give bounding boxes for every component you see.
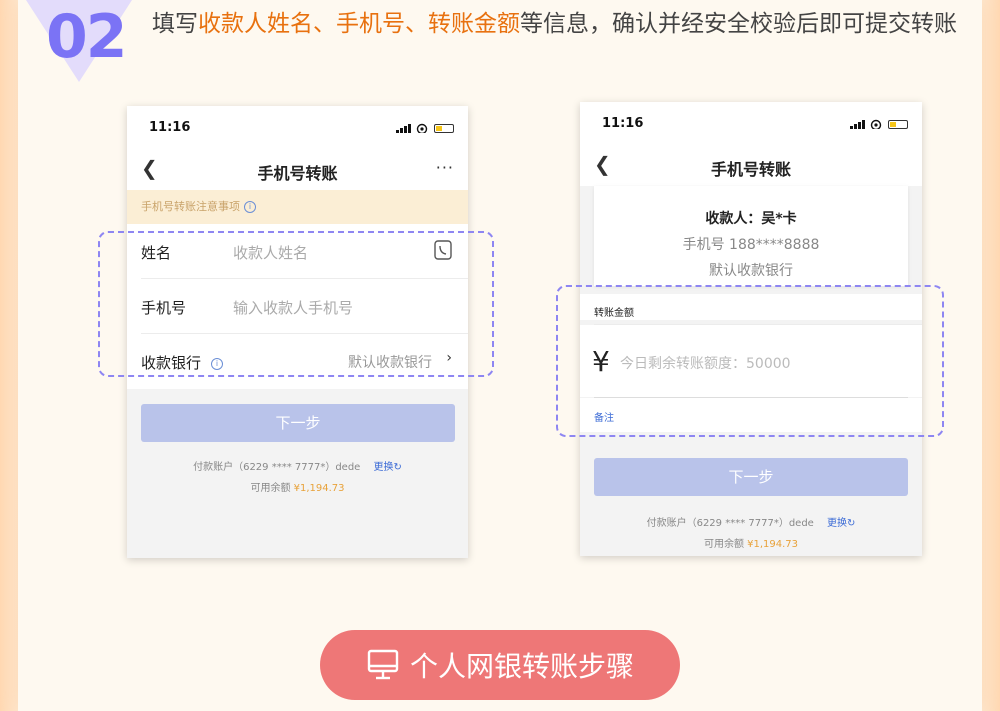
payee-name: 收款人：吴*卡 (705, 211, 797, 227)
balance-value: ¥1,194.73 (747, 539, 799, 550)
nav-title: 手机号转账 (710, 160, 791, 179)
signal-icon (396, 123, 411, 133)
status-icons (850, 117, 908, 130)
change-account-link[interactable]: 更换↻ (827, 518, 855, 529)
refresh-icon: ↻ (393, 462, 402, 473)
highlight-box-left (98, 231, 494, 377)
personal-banking-steps-button[interactable]: 个人网银转账步骤 (320, 630, 680, 700)
balance-label: 可用余额 (703, 539, 744, 550)
next-step-button[interactable]: 下一步 (141, 404, 455, 442)
battery-icon (434, 123, 454, 133)
payee-bank: 默认收款银行 (709, 263, 793, 279)
pay-account-text: 付款账户（6229 **** 7777*）dede (193, 462, 361, 473)
step-number: 02 (46, 2, 128, 72)
headline-text-after: 等信息，确认并经安全校验后即可提交转账 (520, 11, 957, 37)
headline-text-before: 填写 (152, 11, 198, 37)
info-icon[interactable]: i (244, 201, 256, 213)
payee-card: 收款人：吴*卡 手机号 188****8888 默认收款银行 (594, 186, 908, 286)
notice-bar[interactable]: 手机号转账注意事项 i (127, 190, 468, 224)
background-edge-left (0, 0, 18, 711)
pay-account-text: 付款账户（6229 **** 7777*）dede (646, 518, 814, 529)
status-bar: 11:16 (127, 106, 468, 146)
nav-bar: ❮ 手机号转账 ··· (127, 146, 468, 190)
background-edge-right (982, 0, 1000, 711)
status-bar: 11:16 (580, 102, 922, 142)
pay-account-line: 付款账户（6229 **** 7777*）dede 更换↻ (127, 458, 468, 473)
status-icons (396, 121, 454, 134)
status-time: 11:16 (149, 120, 191, 135)
nav-title: 手机号转账 (257, 164, 338, 183)
balance-label: 可用余额 (250, 483, 291, 494)
wifi-icon (416, 123, 427, 133)
balance-line: 可用余额 ¥1,194.73 (127, 479, 468, 494)
wifi-icon (870, 119, 881, 129)
pill-label: 个人网银转账步骤 (409, 650, 634, 683)
balance-line: 可用余额 ¥1,194.73 (580, 535, 922, 550)
nav-bar: ❮ 手机号转账 (580, 142, 922, 186)
more-icon[interactable]: ··· (436, 158, 454, 177)
refresh-icon: ↻ (847, 518, 856, 529)
battery-icon (888, 119, 908, 129)
monitor-icon (367, 649, 399, 680)
signal-icon (850, 119, 865, 129)
next-step-button[interactable]: 下一步 (594, 458, 908, 496)
payee-phone: 手机号 188****8888 (682, 237, 820, 253)
balance-value: ¥1,194.73 (293, 483, 345, 494)
headline-highlight: 收款人姓名、手机号、转账金额 (198, 11, 520, 37)
step-badge: 02 (26, 0, 132, 82)
change-account-link[interactable]: 更换↻ (374, 462, 402, 473)
step-headline: 填写收款人姓名、手机号、转账金额等信息，确认并经安全校验后即可提交转账 (152, 6, 972, 42)
notice-text: 手机号转账注意事项 (141, 200, 240, 213)
status-time: 11:16 (602, 116, 644, 131)
pay-account-line: 付款账户（6229 **** 7777*）dede 更换↻ (580, 514, 922, 529)
highlight-box-right (556, 285, 944, 437)
